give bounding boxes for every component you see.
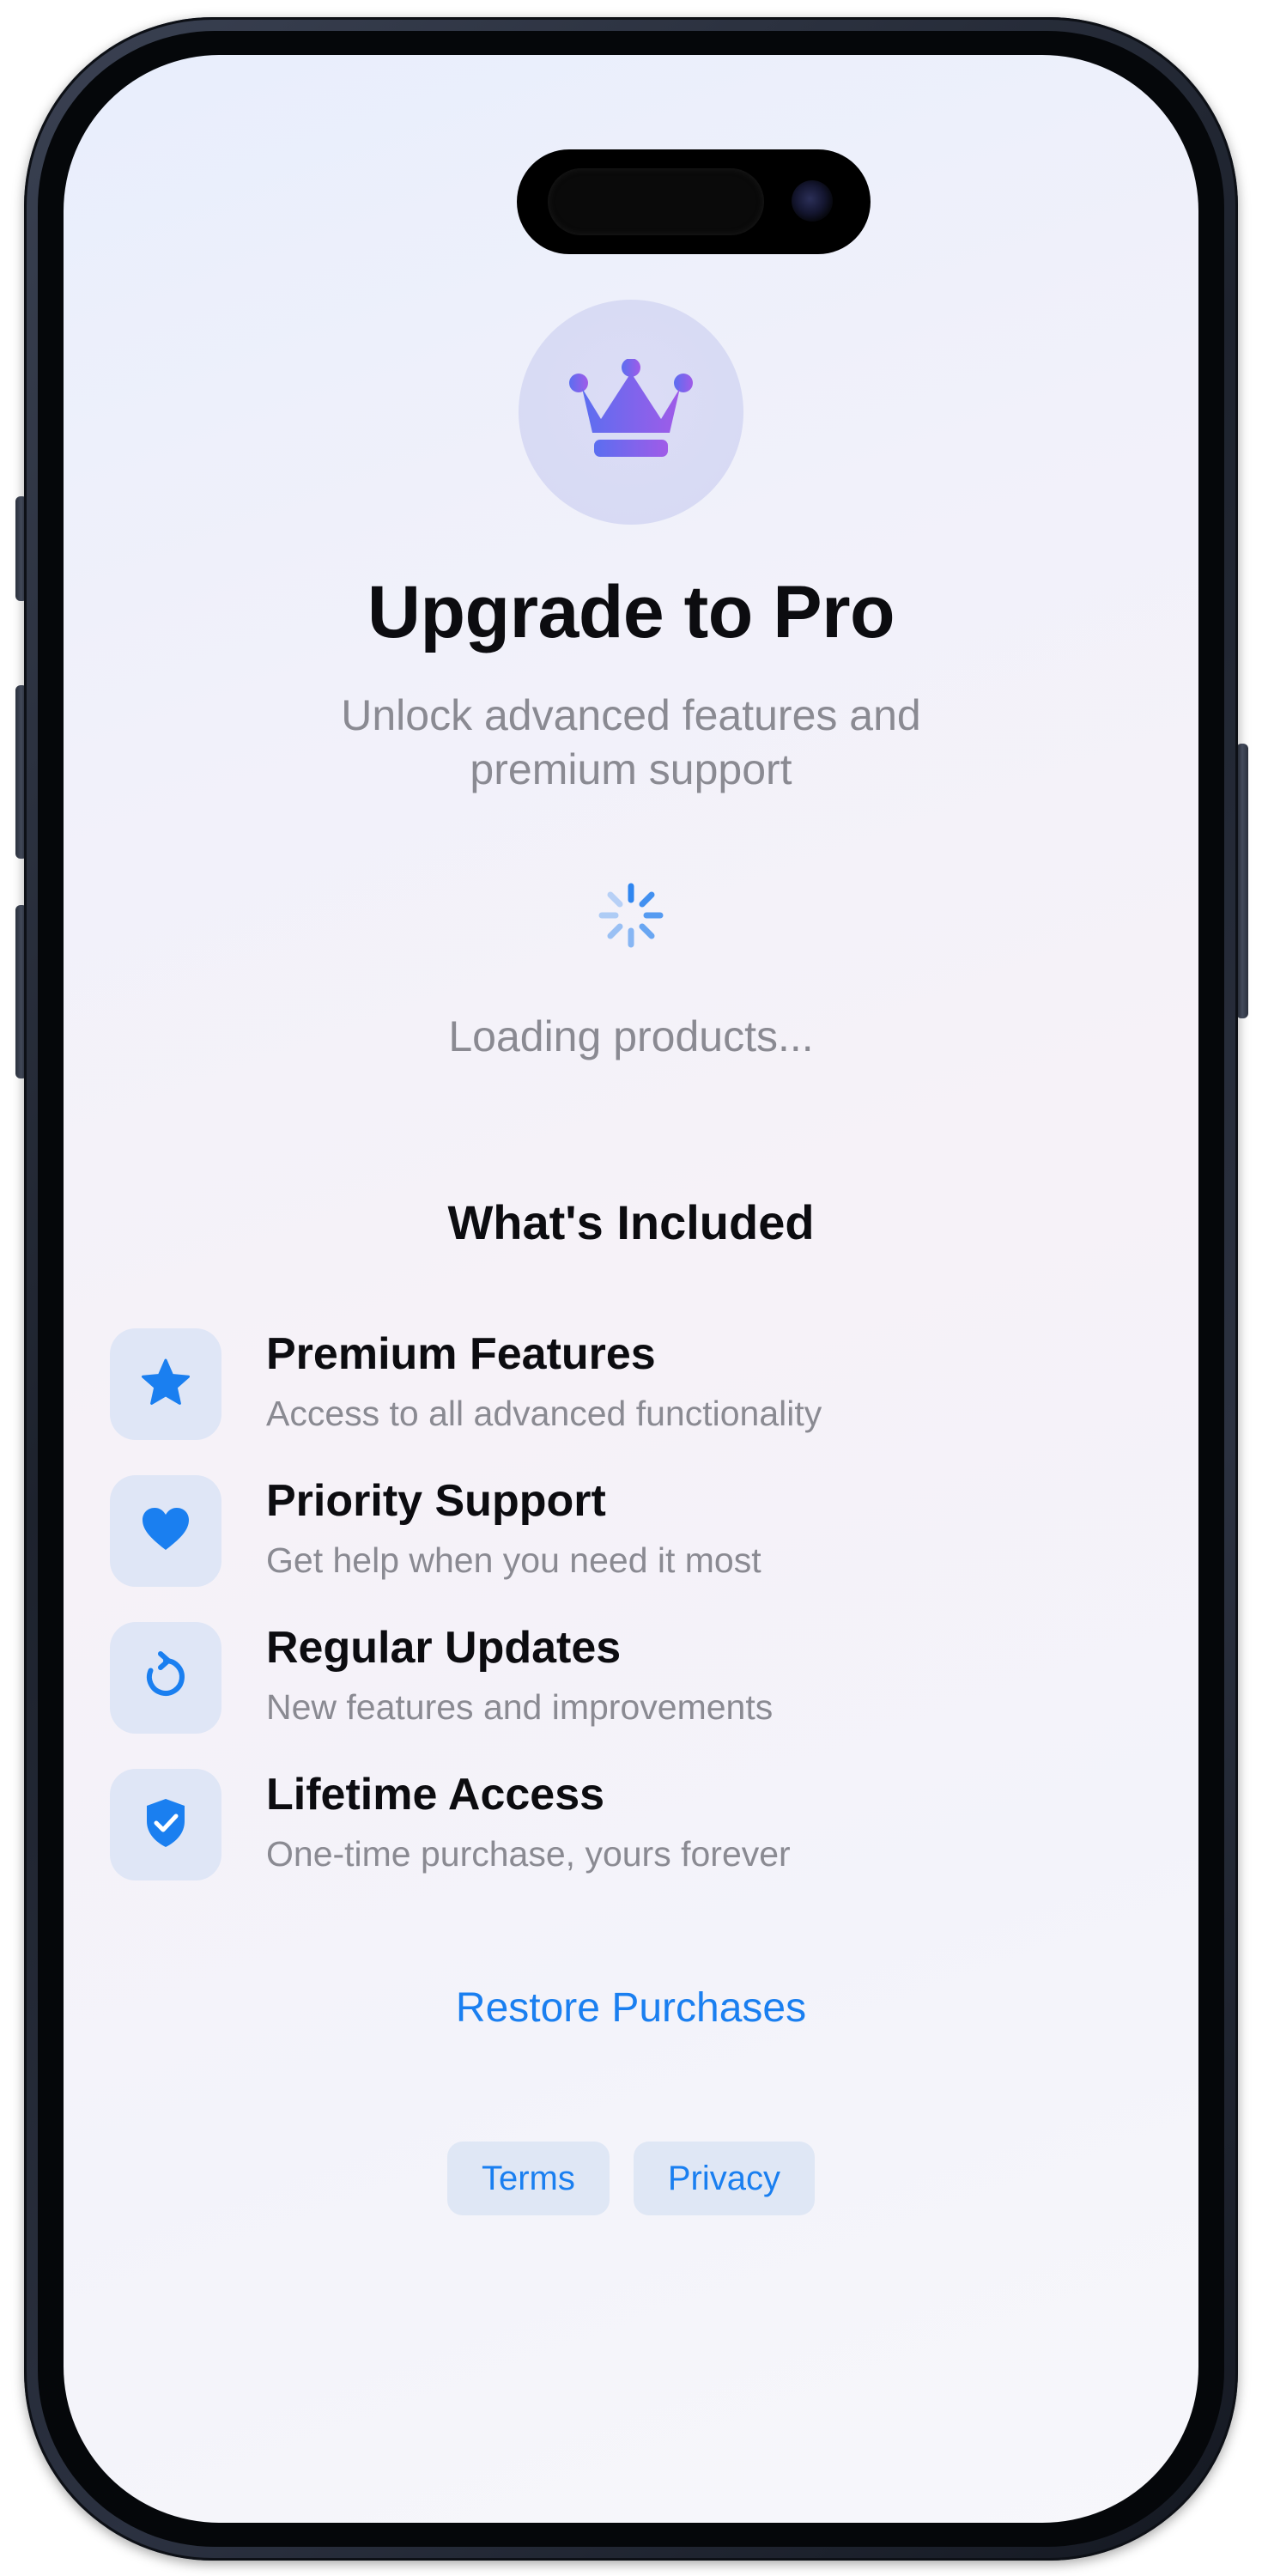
feature-description: New features and improvements bbox=[266, 1687, 774, 1727]
subtitle-line-2: premium support bbox=[470, 745, 792, 793]
terms-button[interactable]: Terms bbox=[446, 2142, 610, 2215]
shield-check-icon bbox=[143, 1797, 188, 1853]
feature-icon-tile bbox=[110, 1622, 221, 1734]
feature-icon-tile bbox=[110, 1328, 221, 1440]
device-mockup: Upgrade to Pro Unlock advanced features … bbox=[0, 0, 1262, 2576]
feature-description: Get help when you need it most bbox=[266, 1540, 761, 1580]
dynamic-island bbox=[517, 149, 871, 254]
feature-title: Lifetime Access bbox=[266, 1770, 605, 1820]
privacy-button[interactable]: Privacy bbox=[633, 2142, 816, 2215]
feature-icon-tile bbox=[110, 1475, 221, 1587]
star-icon bbox=[140, 1357, 191, 1413]
loading-spinner-icon bbox=[597, 881, 665, 950]
restore-purchases-button[interactable]: Restore Purchases bbox=[64, 1984, 1198, 2032]
feature-title: Priority Support bbox=[266, 1476, 606, 1526]
feature-description: One-time purchase, yours forever bbox=[266, 1834, 791, 1874]
feature-description: Access to all advanced functionality bbox=[266, 1394, 822, 1433]
heart-icon bbox=[141, 1506, 191, 1557]
subtitle-line-1: Unlock advanced features and bbox=[341, 691, 921, 739]
front-camera-icon bbox=[792, 180, 833, 222]
loading-text: Loading products... bbox=[448, 1012, 814, 1060]
feature-item-updates: Regular Updates New features and improve… bbox=[110, 1622, 1140, 1735]
refresh-icon bbox=[140, 1650, 191, 1706]
power-button bbox=[1236, 744, 1248, 1018]
feature-item-premium: Premium Features Access to all advanced … bbox=[110, 1328, 1140, 1442]
hero-badge bbox=[519, 300, 743, 525]
legal-links: Terms Privacy bbox=[64, 2142, 1198, 2215]
feature-item-lifetime: Lifetime Access One-time purchase, yours… bbox=[110, 1769, 1140, 1882]
crown-icon bbox=[567, 357, 695, 466]
feature-title: Premium Features bbox=[266, 1329, 656, 1379]
page-subtitle: Unlock advanced features and premium sup… bbox=[64, 689, 1198, 797]
feature-item-support: Priority Support Get help when you need … bbox=[110, 1475, 1140, 1589]
section-title: What's Included bbox=[447, 1195, 815, 1249]
page-title: Upgrade to Pro bbox=[367, 571, 895, 653]
feature-icon-tile bbox=[110, 1769, 221, 1880]
dynamic-island-sensor bbox=[548, 168, 764, 235]
screen: Upgrade to Pro Unlock advanced features … bbox=[64, 55, 1198, 2523]
feature-title: Regular Updates bbox=[266, 1623, 622, 1673]
